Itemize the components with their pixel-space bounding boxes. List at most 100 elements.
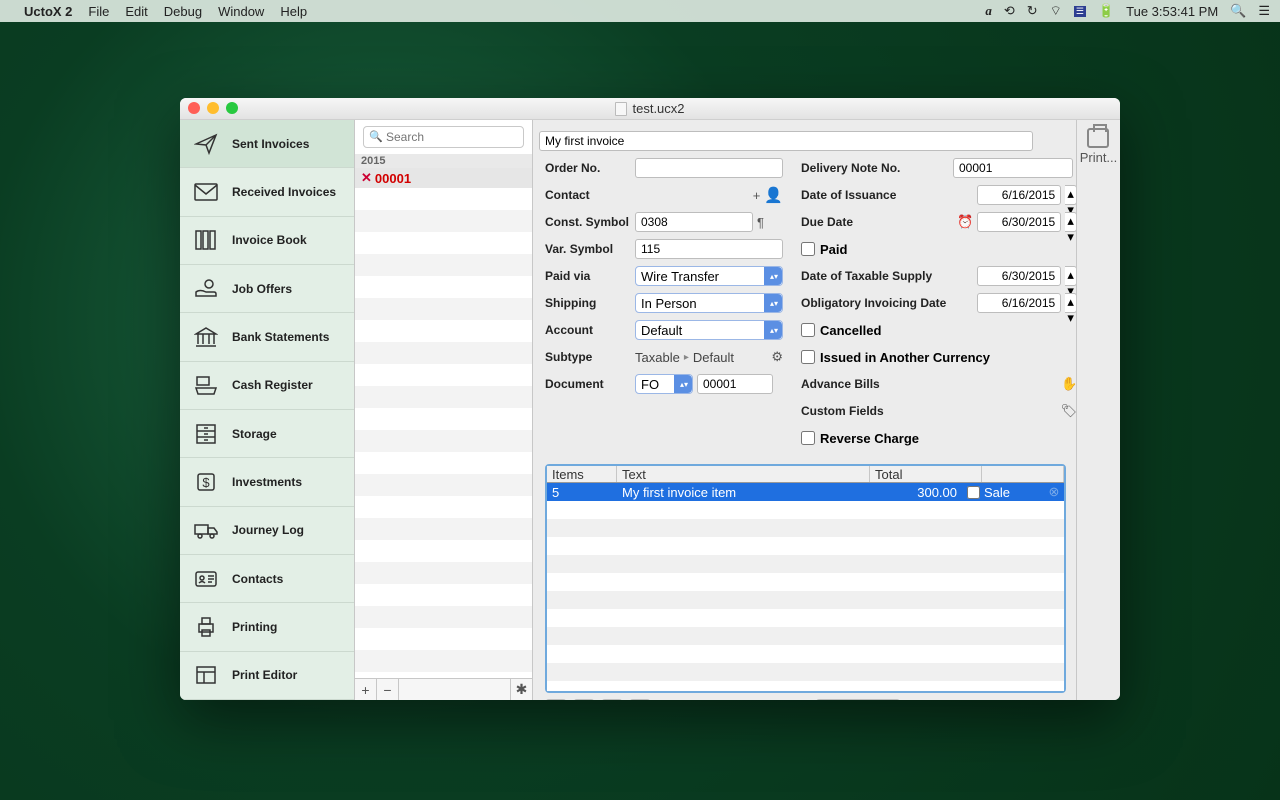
document-number-field[interactable] bbox=[697, 374, 773, 394]
alarm-icon[interactable]: ⏰ bbox=[957, 214, 973, 230]
close-button[interactable] bbox=[188, 102, 200, 114]
menu-debug[interactable]: Debug bbox=[164, 4, 202, 19]
status-sync-icon[interactable]: ⟲ bbox=[1004, 3, 1015, 19]
sidebar-item-journey-log[interactable]: Journey Log bbox=[180, 507, 354, 555]
label-custom-fields: Custom Fields bbox=[801, 404, 949, 418]
status-bold-icon[interactable]: a bbox=[985, 3, 992, 19]
sidebar-item-sent-invoices[interactable]: Sent Invoices bbox=[180, 120, 354, 168]
date-taxable-stepper[interactable]: ▴▾ bbox=[1065, 266, 1076, 286]
print-label: Print... bbox=[1080, 150, 1118, 165]
svg-text:$: $ bbox=[202, 475, 210, 490]
col-header-text[interactable]: Text bbox=[617, 466, 870, 482]
app-name[interactable]: UctoX 2 bbox=[24, 4, 72, 19]
truck-icon bbox=[192, 520, 220, 540]
item-row[interactable]: 5 My first invoice item 300.00 Sale ⊗ bbox=[547, 483, 1064, 501]
document-icon bbox=[615, 102, 627, 116]
sidebar-item-received-invoices[interactable]: Received Invoices bbox=[180, 168, 354, 216]
cancelled-checkbox[interactable]: Cancelled bbox=[801, 323, 881, 338]
subtype-settings-icon[interactable]: ⚙ bbox=[771, 349, 783, 365]
list-year-group: 2015 bbox=[355, 154, 532, 168]
paid-via-select[interactable]: Wire Transfer▴▾ bbox=[635, 266, 783, 286]
subtotal-field[interactable] bbox=[816, 699, 900, 700]
add-invoice-button[interactable]: + bbox=[355, 679, 377, 701]
item-qty: 5 bbox=[547, 485, 617, 500]
obligatory-date-field[interactable]: 6/16/2015 bbox=[977, 293, 1061, 313]
add-item-button[interactable]: + bbox=[545, 699, 567, 700]
menu-help[interactable]: Help bbox=[280, 4, 307, 19]
menu-window[interactable]: Window bbox=[218, 4, 264, 19]
pilcrow-icon[interactable]: ¶ bbox=[757, 215, 764, 230]
print-button[interactable]: Print... bbox=[1080, 128, 1118, 165]
advance-bills-icon[interactable]: ✋ bbox=[1061, 376, 1076, 392]
item-text: My first invoice item bbox=[617, 485, 850, 500]
label-advance-bills: Advance Bills bbox=[801, 377, 949, 391]
list-settings-button[interactable]: ✱ bbox=[510, 679, 532, 701]
status-battery-icon[interactable]: 🔋 bbox=[1098, 3, 1114, 19]
sidebar-item-investments[interactable]: $ Investments bbox=[180, 458, 354, 506]
status-timemachine-icon[interactable]: ↻ bbox=[1027, 3, 1038, 19]
sidebar-item-invoice-book[interactable]: Invoice Book bbox=[180, 217, 354, 265]
obligatory-date-stepper[interactable]: ▴▾ bbox=[1065, 293, 1076, 313]
add-contact-button[interactable]: + bbox=[753, 188, 761, 203]
label-shipping: Shipping bbox=[545, 296, 631, 310]
delivery-note-field[interactable] bbox=[953, 158, 1073, 178]
minimize-button[interactable] bbox=[207, 102, 219, 114]
col-header-total[interactable]: Total bbox=[870, 466, 982, 482]
sidebar-item-print-editor[interactable]: Print Editor bbox=[180, 652, 354, 700]
reverse-charge-checkbox[interactable]: Reverse Charge bbox=[801, 431, 919, 446]
col-header-items[interactable]: Items bbox=[547, 466, 617, 482]
label-subtype: Subtype bbox=[545, 350, 631, 364]
sidebar-item-contacts[interactable]: Contacts bbox=[180, 555, 354, 603]
sidebar-item-label: Invoice Book bbox=[232, 233, 307, 247]
date-issuance-stepper[interactable]: ▴▾ bbox=[1065, 185, 1076, 205]
subtype-value[interactable]: Taxable▸Default bbox=[635, 350, 734, 365]
invoice-list-row[interactable]: ✕ 00001 bbox=[355, 168, 532, 188]
document-prefix-select[interactable]: FO▴▾ bbox=[635, 374, 693, 394]
sidebar-item-label: Journey Log bbox=[232, 523, 304, 537]
date-issuance-field[interactable]: 6/16/2015 bbox=[977, 185, 1061, 205]
menu-edit[interactable]: Edit bbox=[125, 4, 147, 19]
zoom-button[interactable] bbox=[226, 102, 238, 114]
sidebar-item-bank-statements[interactable]: Bank Statements bbox=[180, 313, 354, 361]
status-flag-icon[interactable]: ☰ bbox=[1074, 6, 1086, 17]
shipping-select[interactable]: In Person▴▾ bbox=[635, 293, 783, 313]
titlebar: test.ucx2 bbox=[180, 98, 1120, 120]
cash-register-icon bbox=[192, 374, 220, 396]
storage-item-button[interactable]: ▥ bbox=[629, 699, 651, 700]
date-taxable-field[interactable]: 6/30/2015 bbox=[977, 266, 1061, 286]
item-clear-icon[interactable]: ⊗ bbox=[1044, 484, 1064, 500]
const-symbol-field[interactable] bbox=[635, 212, 753, 232]
label-delivery-note-no: Delivery Note No. bbox=[801, 161, 949, 175]
var-symbol-field[interactable] bbox=[635, 239, 783, 259]
sidebar-item-storage[interactable]: Storage bbox=[180, 410, 354, 458]
contact-icon[interactable]: 👤 bbox=[764, 186, 783, 204]
invoice-form: Text Order No. Contact + 👤 Const. Symbol… bbox=[533, 120, 1076, 700]
paid-checkbox[interactable]: Paid bbox=[801, 242, 847, 257]
text-field[interactable] bbox=[539, 131, 1033, 151]
due-date-field[interactable]: 6/30/2015 bbox=[977, 212, 1061, 232]
remove-invoice-button[interactable]: − bbox=[377, 679, 399, 701]
due-date-stepper[interactable]: ▴▾ bbox=[1065, 212, 1076, 232]
sidebar-item-job-offers[interactable]: Job Offers bbox=[180, 265, 354, 313]
remove-item-button[interactable]: − bbox=[573, 699, 595, 700]
status-clock[interactable]: Tue 3:53:41 PM bbox=[1126, 4, 1218, 19]
account-select[interactable]: Default▴▾ bbox=[635, 320, 783, 340]
tag-icon[interactable]: 🏷 bbox=[1061, 403, 1076, 419]
status-notifications-icon[interactable]: ☰ bbox=[1258, 3, 1270, 19]
label-due-date: Due Date bbox=[801, 215, 949, 229]
status-spotlight-icon[interactable]: 🔍 bbox=[1230, 3, 1246, 19]
search-input[interactable] bbox=[363, 126, 524, 148]
menu-file[interactable]: File bbox=[88, 4, 109, 19]
unsent-icon: ✕ bbox=[361, 170, 372, 186]
label-date-taxable: Date of Taxable Supply bbox=[801, 269, 949, 283]
order-no-field[interactable] bbox=[635, 158, 783, 178]
item-sale-checkbox[interactable] bbox=[967, 486, 980, 499]
duplicate-item-button[interactable]: ⧉ bbox=[601, 699, 623, 700]
sidebar-item-cash-register[interactable]: Cash Register bbox=[180, 362, 354, 410]
item-total: 300.00 bbox=[850, 485, 962, 500]
another-currency-checkbox[interactable]: Issued in Another Currency bbox=[801, 350, 990, 365]
sidebar-item-printing[interactable]: Printing bbox=[180, 603, 354, 651]
label-date-issuance: Date of Issuance bbox=[801, 188, 949, 202]
printer-icon bbox=[192, 616, 220, 638]
status-wifi-icon[interactable]: ⌔ bbox=[1050, 3, 1062, 19]
